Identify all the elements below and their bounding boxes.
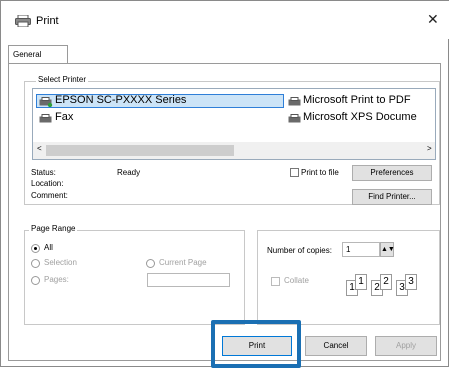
comment-label: Comment: [31,191,68,200]
copies-input[interactable]: 1 [342,242,380,257]
location-label: Location: [31,179,64,188]
pages-input[interactable] [147,273,230,287]
title-bar [1,1,449,39]
print-to-file-checkbox[interactable] [290,168,299,177]
pages-label: Pages: [44,275,69,284]
collate-page-1-front: 1 [355,274,367,290]
radio-all[interactable] [31,244,40,253]
all-label: All [44,243,53,252]
collate-page-3-front: 3 [405,274,417,290]
printer-icon [288,97,301,106]
status-value: Ready [117,168,141,177]
radio-pages[interactable] [31,276,40,285]
print-dialog: Print ✕ General Select Printer EPSON SC-… [0,0,449,368]
printer-icon [39,97,53,107]
fax-icon [39,114,52,123]
radio-current-page[interactable] [146,259,155,268]
page-range-label: Page Range [29,224,78,233]
printer-icon [15,15,31,27]
scrollbar-thumb[interactable] [46,145,234,156]
apply-button[interactable]: Apply [375,336,437,356]
scroll-left-icon[interactable]: < [37,144,42,153]
cancel-button[interactable]: Cancel [305,336,367,356]
printer-item-pdf[interactable]: Microsoft Print to PDF [303,94,436,106]
collate-checkbox[interactable] [271,277,280,286]
selection-label: Selection [44,258,77,267]
print-to-file-label: Print to file [301,168,339,177]
scroll-right-icon[interactable]: > [427,144,432,153]
collate-label: Collate [284,276,309,285]
close-icon[interactable]: ✕ [427,11,439,28]
printer-item-epson[interactable]: EPSON SC-PXXXX Series [55,94,186,106]
window-title: Print [36,15,59,27]
current-page-label: Current Page [159,258,207,267]
copies-stepper[interactable]: ▲▼ [380,242,395,257]
status-label: Status: [31,168,56,177]
radio-selection[interactable] [31,259,40,268]
tab-general[interactable]: General [8,45,68,64]
find-printer-button[interactable]: Find Printer... [352,189,432,205]
number-of-copies-label: Number of copies: [267,246,332,255]
print-button-callout [211,320,301,368]
printer-icon [288,114,301,123]
select-printer-label: Select Printer [36,75,89,84]
collate-page-2-front: 2 [380,274,392,290]
printer-item-fax[interactable]: Fax [55,111,73,123]
printer-item-xps[interactable]: Microsoft XPS Docume [303,111,436,123]
preferences-button[interactable]: Preferences [352,165,432,181]
